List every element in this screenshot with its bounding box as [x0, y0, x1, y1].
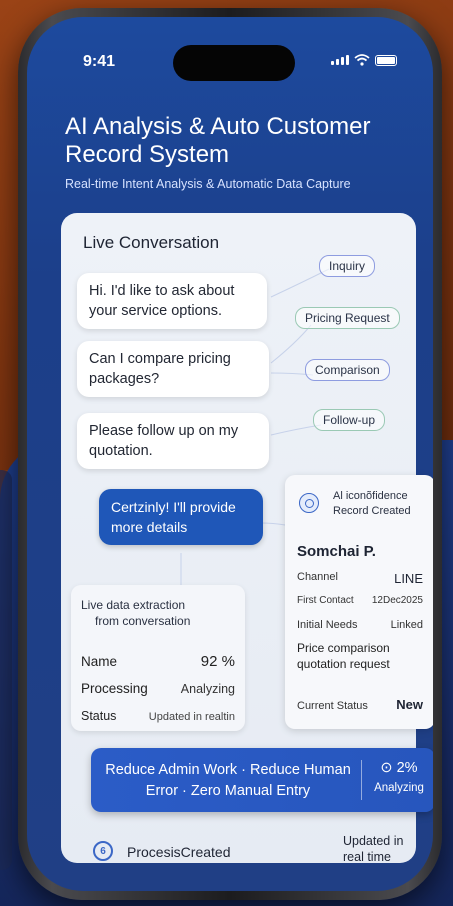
extraction-label: Name [81, 654, 118, 669]
extraction-title: Live data extraction from conversation [81, 597, 190, 629]
record-row-first-contact: First Contact 12Dec2025 [297, 595, 423, 606]
benefits-banner: Reduce Admin Work · Reduce Human Error ·… [91, 748, 433, 812]
process-icon: 6 [93, 841, 113, 861]
extraction-row-status: Status Updated in realtin [81, 709, 235, 723]
phone-frame: 9:41 AI Analysis & Auto Customer Record … [18, 8, 442, 900]
extraction-label: Status [81, 709, 117, 723]
background-panel [0, 470, 12, 870]
wifi-icon [354, 54, 370, 66]
customer-name: Somchai P. [297, 543, 376, 560]
record-label: Current Status [297, 700, 368, 712]
record-value: LINE [394, 571, 423, 586]
phone-screen: 9:41 AI Analysis & Auto Customer Record … [27, 17, 433, 891]
status-icons [331, 54, 397, 66]
main-card: Live Conversation Hi. I'd like to ask ab… [61, 213, 433, 864]
benefits-text: Reduce Admin Work · Reduce Human Error ·… [105, 762, 351, 799]
intent-tag[interactable]: Comparison [305, 359, 390, 381]
chat-message: Can I compare pricing packages? [77, 341, 269, 397]
extraction-value: Analyzing [180, 682, 235, 696]
extraction-row-processing: Processing Analyzing [81, 681, 235, 696]
process-created-label: ProcesisCreated [127, 844, 231, 860]
status-time: 9:41 [83, 53, 116, 70]
dynamic-island [173, 45, 295, 81]
realtime-update-label: Updated in real time [343, 834, 404, 864]
record-value: 12Dec2025 [371, 595, 423, 606]
record-row-channel: Channel LINE [297, 571, 423, 586]
intent-tag[interactable]: Pricing Request [295, 307, 400, 329]
record-header-line: Record Created [333, 505, 411, 517]
agent-reply-bubble: Certzinly! I'll provide more details [99, 489, 263, 545]
intent-tag[interactable]: Follow-up [313, 409, 386, 431]
record-value: Linked [390, 619, 423, 631]
conversation-title: Live Conversation [83, 233, 220, 252]
record-header-line: Al iconõfidence [333, 490, 408, 502]
intent-tag[interactable]: Inquiry [319, 255, 376, 277]
banner-status: Analyzing [374, 782, 424, 794]
extraction-title-line: from conversation [95, 614, 191, 628]
record-label: Initial Needs [297, 619, 358, 631]
extraction-value: 92 % [200, 653, 235, 670]
extraction-row-name: Name 92 % [81, 653, 235, 670]
record-row-current-status: Current Status New [297, 697, 423, 712]
chat-message: Please follow up on my quotation. [77, 413, 269, 469]
record-row-initial-needs: Initial Needs Linked [297, 619, 423, 631]
data-extraction-panel: Live data extraction from conversation N… [71, 585, 245, 731]
status-badge: New [396, 697, 423, 712]
ai-record-icon [299, 493, 319, 513]
page-subtitle: Real-time Intent Analysis & Automatic Da… [65, 177, 351, 191]
customer-record-card[interactable]: Al iconõfidence Record Created Somchai P… [285, 475, 433, 729]
extraction-value: Updated in realtin [148, 711, 235, 723]
status-bar: 9:41 [27, 17, 433, 81]
record-header: Al iconõfidence Record Created [333, 489, 411, 519]
record-needs-text: Price comparison quotation request [297, 641, 390, 671]
extraction-title-line: Live data extraction [81, 598, 186, 612]
page-title: AI Analysis & Auto Customer Record Syste… [65, 113, 371, 168]
chat-message: Hi. I'd like to ask about your service o… [77, 273, 267, 329]
record-label: First Contact [297, 595, 354, 606]
extraction-label: Processing [81, 681, 148, 696]
signal-icon [331, 55, 349, 65]
record-label: Channel [297, 571, 338, 583]
banner-divider [361, 760, 362, 800]
battery-icon [375, 54, 397, 66]
banner-percent: ⊙ 2% [380, 760, 418, 776]
